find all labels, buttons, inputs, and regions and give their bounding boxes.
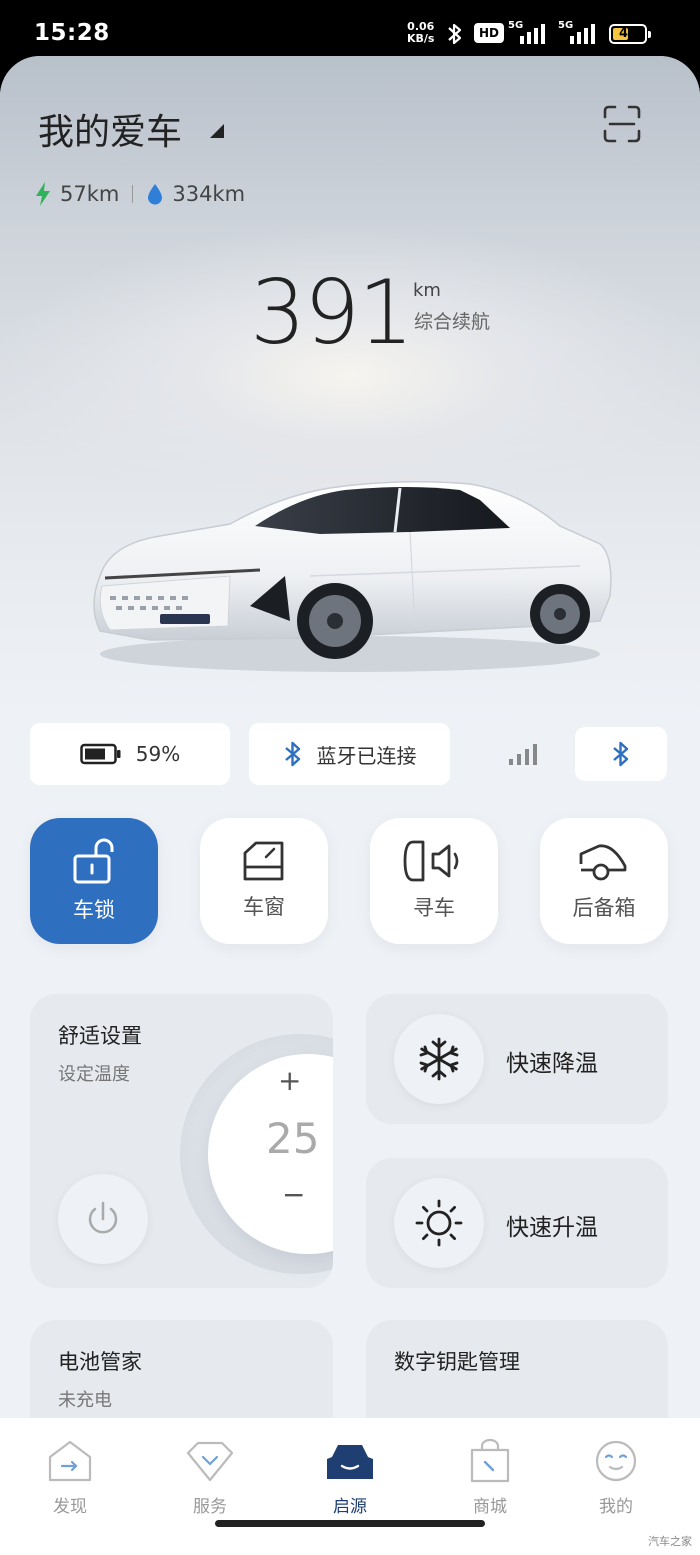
trunk-icon	[579, 844, 627, 881]
fuel-drop-icon	[148, 184, 163, 205]
total-range-value: 391	[250, 261, 414, 364]
battery-charge-status: 未充电	[58, 1390, 112, 1411]
bluetooth-mode-option[interactable]	[575, 727, 667, 781]
increase-temperature-button[interactable]: +	[278, 1064, 301, 1097]
bluetooth-icon	[284, 741, 300, 767]
network-speed-unit: KB/s	[407, 32, 435, 45]
battery-level: 44	[618, 26, 638, 41]
quick-heat-button[interactable]	[394, 1178, 484, 1268]
status-bar: 15:28 0.06 KB/s HD 5G 5G 44	[0, 0, 700, 62]
nav-service[interactable]: 服务	[160, 1436, 260, 1517]
bluetooth-status-pill[interactable]: 蓝牙已连接	[249, 723, 450, 785]
service-icon	[186, 1441, 234, 1482]
quick-cool-button[interactable]	[394, 1014, 484, 1104]
comfort-settings-card: 舒适设置 设定温度 + 25 −	[30, 994, 333, 1288]
battery-percent: 59%	[135, 742, 181, 766]
profile-face-icon	[595, 1440, 637, 1482]
car-window-icon	[243, 841, 284, 881]
snowflake-icon	[419, 1037, 459, 1081]
lock-button[interactable]: 车锁	[30, 818, 158, 944]
signal-icon	[509, 744, 537, 765]
lock-label: 车锁	[73, 898, 115, 922]
home-indicator[interactable]	[215, 1520, 485, 1527]
decrease-temperature-button[interactable]: −	[282, 1178, 305, 1211]
nav-mine[interactable]: 我的	[566, 1436, 666, 1517]
hd-badge: HD	[474, 23, 504, 43]
total-range-unit: km	[413, 280, 441, 301]
shopping-bag-icon	[470, 1438, 510, 1483]
battery-indicator: 44	[609, 24, 651, 44]
find-car-label: 寻车	[413, 896, 455, 920]
fuel-range: 334km	[172, 182, 246, 206]
ev-range: 57km	[60, 182, 120, 206]
range-breakdown: 57km 334km	[34, 179, 245, 209]
quick-cool-label: 快速降温	[506, 1051, 598, 1077]
lightning-icon	[36, 182, 50, 206]
trunk-label: 后备箱	[572, 896, 636, 920]
nav-mall[interactable]: 商城	[440, 1436, 540, 1517]
window-button[interactable]: 车窗	[200, 818, 328, 944]
nav-qiyuan[interactable]: 启源	[300, 1436, 400, 1517]
nav-mine-label: 我的	[599, 1497, 633, 1517]
climate-power-button[interactable]	[58, 1174, 148, 1264]
nav-service-label: 服务	[193, 1497, 227, 1517]
nav-qiyuan-label: 启源	[333, 1497, 367, 1517]
battery-manager-title: 电池管家	[58, 1350, 142, 1374]
bottom-navigation: 发现 服务 启源 商城 我的	[0, 1418, 700, 1555]
sun-icon	[415, 1199, 463, 1247]
quick-cool-card[interactable]: 快速降温	[366, 994, 668, 1124]
dropdown-caret-icon[interactable]	[210, 124, 224, 138]
window-label: 车窗	[243, 895, 285, 919]
bluetooth-icon	[613, 741, 629, 767]
quick-heat-card[interactable]: 快速升温	[366, 1158, 668, 1288]
bluetooth-icon	[448, 23, 462, 45]
discover-icon	[48, 1440, 92, 1482]
find-car-button[interactable]: 寻车	[370, 818, 498, 944]
sim2-signal: 5G	[558, 18, 602, 50]
nav-discover[interactable]: 发现	[20, 1436, 120, 1517]
comfort-subtitle: 设定温度	[58, 1064, 130, 1085]
digital-key-title: 数字钥匙管理	[394, 1350, 520, 1374]
power-icon	[88, 1201, 118, 1234]
network-speed: 0.06 KB/s	[407, 21, 434, 45]
nav-mall-label: 商城	[473, 1497, 507, 1517]
watermark: 汽车之家	[648, 1535, 692, 1548]
status-time: 15:28	[34, 20, 110, 46]
bluetooth-status-text: 蓝牙已连接	[316, 743, 417, 768]
unlock-icon	[73, 838, 114, 884]
scan-icon[interactable]	[603, 105, 641, 143]
quick-heat-label: 快速升温	[506, 1215, 598, 1241]
cellular-mode-option[interactable]	[471, 723, 575, 785]
total-range-label: 综合续航	[414, 311, 491, 333]
car-front-icon	[327, 1445, 373, 1479]
app-screen: 我的爱车 57km 334km 391 km 综合续航 59% 蓝牙已连接 车锁…	[0, 56, 700, 1555]
headlight-horn-icon	[403, 840, 459, 882]
battery-status-pill[interactable]: 59%	[30, 723, 230, 785]
comfort-title: 舒适设置	[58, 1024, 142, 1048]
connection-mode-toggle[interactable]	[469, 723, 669, 785]
nav-discover-label: 发现	[53, 1497, 87, 1517]
car-image	[93, 481, 612, 672]
temperature-value: 25	[266, 1114, 320, 1163]
battery-icon	[80, 743, 121, 765]
range-divider	[132, 185, 134, 203]
sim1-signal: 5G	[508, 18, 552, 50]
trunk-button[interactable]: 后备箱	[540, 818, 668, 944]
page-title[interactable]: 我的爱车	[38, 103, 182, 155]
